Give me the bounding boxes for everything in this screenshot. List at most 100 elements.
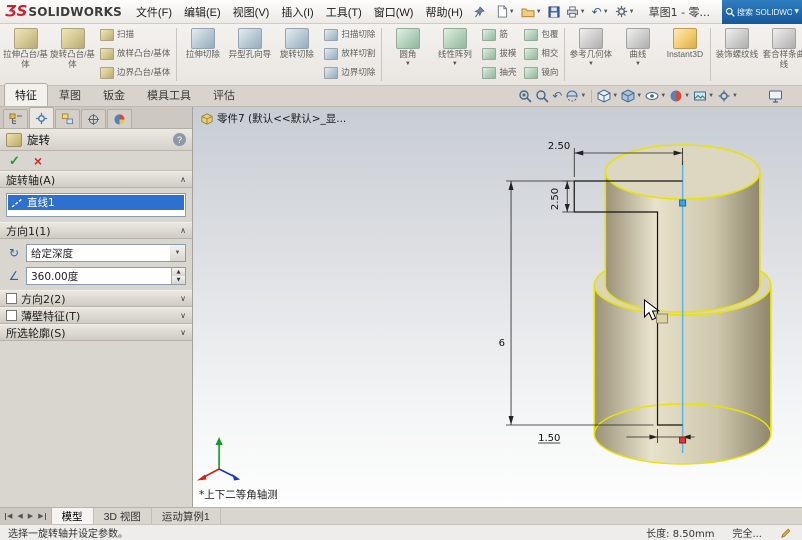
help-icon[interactable]: ? — [173, 133, 186, 146]
previous-view-button[interactable]: ↶ — [551, 89, 563, 103]
propertymanager-tab[interactable] — [29, 107, 54, 128]
save-button[interactable] — [546, 5, 562, 19]
lofted-cut-button[interactable]: 放样切割 — [320, 44, 379, 63]
save-icon — [548, 6, 560, 18]
chevron-down-icon: ▼ — [536, 9, 542, 15]
graphics-area[interactable]: 2.50 2.50 6 1.50 — [193, 107, 802, 507]
flyout-feature-tree[interactable]: 零件7 (默认<<默认>_显... — [201, 111, 346, 126]
mirror-button[interactable]: 镜向 — [520, 63, 562, 82]
menu-view[interactable]: 视图(V) — [227, 0, 276, 24]
draft-button[interactable]: 拔模 — [478, 44, 520, 63]
fillet-button[interactable]: 圆角 ▼ — [384, 25, 431, 84]
section-header-direction2[interactable]: 方向2(2) ∨ — [0, 290, 192, 307]
instant3d-button[interactable]: Instant3D — [661, 25, 708, 84]
menu-insert[interactable]: 插入(I) — [275, 0, 319, 24]
zoom-to-fit-button[interactable] — [517, 88, 533, 104]
tab-sheet-metal[interactable]: 钣金 — [92, 83, 136, 106]
menu-edit[interactable]: 编辑(E) — [178, 0, 227, 24]
ok-button[interactable]: ✓ — [9, 154, 20, 167]
tab-model[interactable]: 模型 — [52, 508, 94, 524]
sketch-endpoint[interactable] — [680, 437, 686, 443]
edit-appearance-button[interactable]: ▼ — [668, 88, 691, 104]
hide-show-items-button[interactable]: ▼ — [644, 88, 667, 104]
intersect-icon — [524, 48, 538, 60]
full-screen-button[interactable] — [767, 88, 784, 104]
boundary-cut-button[interactable]: 边界切除 — [320, 63, 379, 82]
extruded-cut-button[interactable]: 拉伸切除 — [179, 25, 226, 84]
apply-scene-button[interactable]: ▼ — [692, 88, 715, 104]
intersect-button[interactable]: 相交 — [520, 44, 562, 63]
rib-button[interactable]: 筋 — [478, 25, 520, 44]
hole-wizard-button[interactable]: 异型孔向导 — [226, 25, 273, 84]
revolved-boss-base-button[interactable]: 旋转凸台/基体 — [49, 25, 96, 84]
view-orientation-label: *上下二等角轴测 — [199, 487, 278, 502]
section-header-axis[interactable]: 旋转轴(A) ∧ — [0, 171, 192, 188]
fit-spline-button[interactable]: 套合样条曲线 — [760, 25, 802, 84]
edit-pencil-icon[interactable] — [780, 527, 792, 539]
zoom-to-area-button[interactable] — [534, 88, 550, 104]
new-document-button[interactable]: ▼ — [494, 4, 517, 19]
tab-mold-tools[interactable]: 模具工具 — [136, 83, 202, 106]
wrap-button[interactable]: 包覆 — [520, 25, 562, 44]
menu-tools[interactable]: 工具(T) — [320, 0, 368, 24]
monitor-icon — [768, 89, 783, 103]
direction2-checkbox[interactable] — [6, 293, 17, 304]
swept-boss-button[interactable]: 扫描 — [96, 25, 174, 44]
featuremanager-tree-tab[interactable] — [3, 109, 28, 128]
spin-up-button[interactable]: ▲ — [172, 268, 185, 276]
extruded-boss-base-button[interactable]: 拉伸凸台/基体 — [2, 25, 49, 84]
dimxpertmanager-tab[interactable] — [81, 109, 106, 128]
curves-button[interactable]: 曲线 ▼ — [614, 25, 661, 84]
tab-scroll-first-icon[interactable]: ◀ — [5, 513, 12, 520]
tab-evaluate[interactable]: 评估 — [202, 83, 246, 106]
cosmetic-thread-button[interactable]: 装饰螺纹线 — [713, 25, 760, 84]
menubar-pin-icon[interactable] — [474, 6, 485, 18]
linear-pattern-button[interactable]: 线性阵列 ▼ — [431, 25, 478, 84]
tab-features[interactable]: 特征 — [4, 83, 48, 106]
print-button[interactable]: ▼ — [564, 5, 588, 19]
tab-sketch[interactable]: 草图 — [48, 83, 92, 106]
revolved-cut-button[interactable]: 旋转切除 — [273, 25, 320, 84]
open-button[interactable]: ▼ — [519, 5, 544, 19]
section-header-direction1[interactable]: 方向1(1) ∧ — [0, 222, 192, 239]
menu-window[interactable]: 窗口(W) — [368, 0, 420, 24]
display-style-button[interactable]: ▼ — [620, 88, 643, 104]
tab-scroll-last-icon[interactable]: ▶ — [38, 513, 45, 520]
tab-scroll-prev-icon[interactable]: ◀ — [17, 513, 22, 520]
swept-cut-button[interactable]: 扫描切除 — [320, 25, 379, 44]
options-button[interactable]: ▼ — [613, 4, 637, 19]
view-orientation-button[interactable]: ▼ — [596, 88, 619, 104]
3d-scene[interactable]: 2.50 2.50 6 1.50 — [193, 107, 802, 507]
tab-motion-study[interactable]: 运动算例1 — [152, 508, 221, 524]
boundary-boss-button[interactable]: 边界凸台/基体 — [96, 63, 174, 82]
spin-down-button[interactable]: ▼ — [172, 276, 185, 284]
gear-icon — [615, 5, 628, 18]
shell-button[interactable]: 抽壳 — [478, 63, 520, 82]
combo-dropdown-button[interactable]: ▼ — [170, 245, 185, 261]
axis-selection-listbox[interactable]: 直线1 — [6, 193, 186, 217]
angle-spinbox[interactable]: 360.00度 ▲ ▼ — [26, 267, 186, 285]
undo-button[interactable]: ↶ ▼ — [590, 5, 611, 19]
status-length: 长度: 8.50mm — [646, 525, 714, 540]
axis-drag-handle[interactable] — [680, 200, 686, 206]
section-view-button[interactable]: ▼ — [564, 88, 587, 104]
section-header-thin-feature[interactable]: 薄壁特征(T) ∨ — [0, 307, 192, 324]
lofted-cut-icon — [324, 48, 338, 60]
axis-selection-item[interactable]: 直线1 — [8, 195, 184, 210]
cancel-button[interactable]: × — [34, 154, 42, 168]
view-settings-button[interactable]: ▼ — [716, 88, 739, 104]
reference-geometry-button[interactable]: 参考几何体 ▼ — [567, 25, 614, 84]
dimension-texts[interactable]: 2.50 2.50 6 1.50 — [499, 141, 571, 444]
configurationmanager-tab[interactable] — [55, 109, 80, 128]
search-input[interactable] — [737, 8, 792, 17]
tab-scroll-next-icon[interactable]: ▶ — [28, 513, 33, 520]
lofted-boss-button[interactable]: 放样凸台/基体 — [96, 44, 174, 63]
displaymanager-tab[interactable] — [107, 109, 132, 128]
end-condition-combobox[interactable]: 给定深度 ▼ — [26, 244, 186, 262]
thin-feature-checkbox[interactable] — [6, 310, 17, 321]
section-header-selected-contours[interactable]: 所选轮廓(S) ∨ — [0, 324, 192, 341]
menu-file[interactable]: 文件(F) — [130, 0, 178, 24]
tab-3d-views[interactable]: 3D 视图 — [94, 508, 152, 524]
menu-help[interactable]: 帮助(H) — [419, 0, 468, 24]
extruded-cut-icon — [191, 28, 215, 49]
